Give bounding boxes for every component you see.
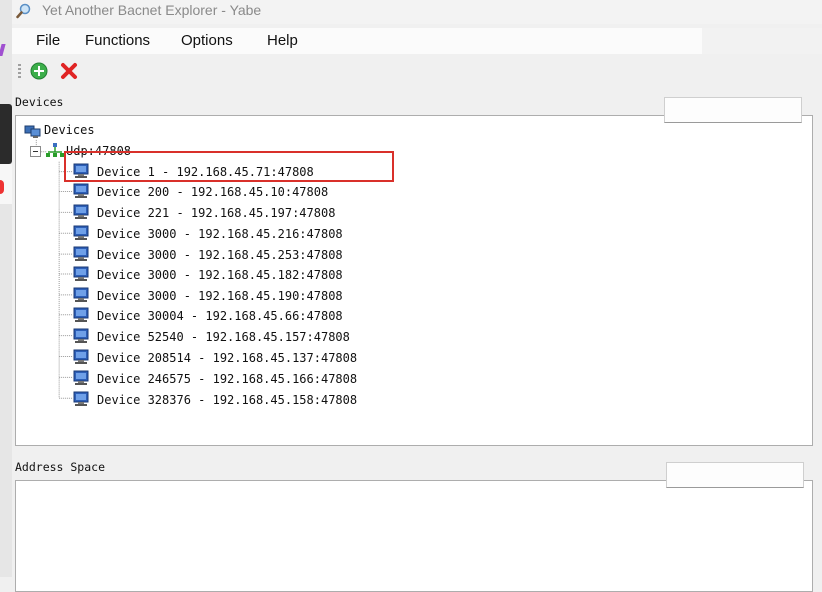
collapse-minus-icon[interactable] xyxy=(30,146,41,157)
device-computer-icon xyxy=(73,287,89,302)
tree-device-item[interactable]: Device 3000 - 192.168.45.216:47808 xyxy=(97,226,343,242)
background-window-fragment xyxy=(0,104,12,164)
magnifier-icon xyxy=(16,3,31,19)
network-computers-icon xyxy=(24,125,41,138)
device-computer-icon xyxy=(73,266,89,281)
annotation-highlight-box xyxy=(64,151,394,182)
tree-device-item[interactable]: Device 208514 - 192.168.45.137:47808 xyxy=(97,350,357,366)
tree-device-item[interactable]: Device 246575 - 192.168.45.166:47808 xyxy=(97,371,357,387)
toolbar xyxy=(12,58,822,84)
toolbar-grip[interactable] xyxy=(18,64,21,80)
device-computer-icon xyxy=(73,328,89,343)
tree-device-item[interactable]: Device 3000 - 192.168.45.190:47808 xyxy=(97,288,343,304)
device-computer-icon xyxy=(73,391,89,406)
device-computer-icon xyxy=(73,183,89,198)
device-computer-icon xyxy=(73,246,89,261)
menu-bar: File Functions Options Help xyxy=(12,28,822,54)
menu-file[interactable]: File xyxy=(34,31,62,51)
device-computer-icon xyxy=(73,225,89,240)
background-app-icon-red xyxy=(0,180,4,194)
address-space-tree-view[interactable] xyxy=(15,480,813,592)
device-computer-icon xyxy=(73,307,89,322)
tree-device-item[interactable]: Device 3000 - 192.168.45.182:47808 xyxy=(97,267,343,283)
tree-device-item[interactable]: Device 30004 - 192.168.45.66:47808 xyxy=(97,308,343,324)
device-computer-icon xyxy=(73,204,89,219)
menu-options[interactable]: Options xyxy=(179,31,235,51)
tree-device-item[interactable]: Device 200 - 192.168.45.10:47808 xyxy=(97,184,328,200)
tree-device-item[interactable]: Device 3000 - 192.168.45.253:47808 xyxy=(97,247,343,263)
network-node-icon xyxy=(46,143,64,157)
address-space-group-label: Address Space xyxy=(15,460,106,474)
devices-group-label: Devices xyxy=(15,95,64,109)
tree-device-item[interactable]: Device 328376 - 192.168.45.158:47808 xyxy=(97,392,357,408)
devices-header-box xyxy=(664,97,802,123)
tree-device-item[interactable]: Device 221 - 192.168.45.197:47808 xyxy=(97,205,335,221)
window-title: Yet Another Bacnet Explorer - Yabe xyxy=(42,2,262,18)
menu-bar-band xyxy=(702,28,822,54)
background-window-edge xyxy=(0,0,12,577)
delete-red-x-icon[interactable] xyxy=(59,61,79,81)
menu-help[interactable]: Help xyxy=(265,31,300,51)
device-computer-icon xyxy=(73,370,89,385)
tree-device-item[interactable]: Device 52540 - 192.168.45.157:47808 xyxy=(97,329,350,345)
device-computer-icon xyxy=(73,349,89,364)
title-bar: Yet Another Bacnet Explorer - Yabe xyxy=(12,0,822,24)
tree-root-label[interactable]: Devices xyxy=(44,122,95,138)
menu-functions[interactable]: Functions xyxy=(83,31,152,51)
address-space-header-box xyxy=(666,462,804,488)
add-green-icon[interactable] xyxy=(29,61,49,81)
